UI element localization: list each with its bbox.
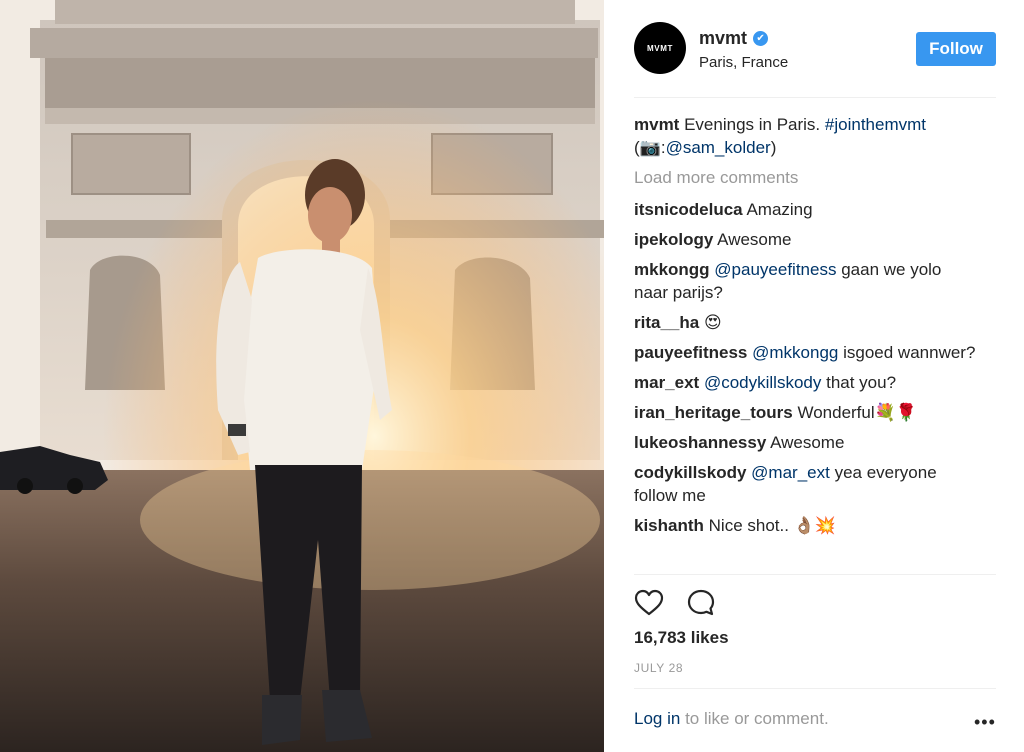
comment-mention[interactable]: @mkkongg: [752, 343, 838, 362]
location-link[interactable]: Paris, France: [699, 54, 788, 71]
comment-item: pauyeefitness @mkkongg isgoed wannwer?: [634, 341, 979, 364]
comment-username[interactable]: iran_heritage_tours: [634, 403, 793, 422]
login-prompt: Log in to like or comment.: [634, 709, 829, 729]
login-link[interactable]: Log in: [634, 709, 680, 728]
comment-text: Wonderful💐🌹: [797, 403, 917, 422]
post-photo[interactable]: [0, 0, 604, 752]
comment-item: itsnicodeluca Amazing: [634, 198, 979, 221]
comment-bubble-icon[interactable]: [686, 588, 716, 618]
post-details-panel: MVMT mvmt ✔ Paris, France Follow mvmt Ev…: [604, 0, 1024, 752]
comment-item: codykillskody @mar_ext yea everyone foll…: [634, 461, 979, 507]
comment-item: lukeoshannessy Awesome: [634, 431, 979, 454]
comment-username[interactable]: mkkongg: [634, 260, 710, 279]
caption-credit-user[interactable]: @sam_kolder: [666, 138, 771, 157]
verified-badge-icon: ✔: [753, 31, 769, 46]
comment-text: Awesome: [770, 433, 845, 452]
arc-de-triomphe-photo: [0, 0, 604, 752]
caption: mvmt Evenings in Paris. #jointhemvmt (📷:…: [634, 113, 979, 159]
action-bar: [634, 588, 738, 618]
comment-username[interactable]: lukeoshannessy: [634, 433, 766, 452]
load-more-comments-button[interactable]: Load more comments: [634, 166, 979, 189]
username-link[interactable]: mvmt: [699, 28, 747, 49]
comment-mention[interactable]: @mar_ext: [751, 463, 830, 482]
comment-text: Amazing: [746, 200, 813, 219]
caption-credit-prefix: (📷:: [634, 138, 666, 157]
comments-section: mvmt Evenings in Paris. #jointhemvmt (📷:…: [634, 113, 979, 544]
post-header: MVMT mvmt ✔ Paris, France Follow: [634, 22, 996, 74]
comment-item: kishanth Nice shot.. 👌🏽💥: [634, 514, 979, 537]
caption-credit-suffix: ): [770, 138, 777, 157]
login-prompt-text: to like or comment.: [685, 709, 829, 728]
comment-mention[interactable]: @pauyeefitness: [714, 260, 836, 279]
comment-item: ipekology Awesome: [634, 228, 979, 251]
comment-username[interactable]: itsnicodeluca: [634, 200, 743, 219]
comment-item: mkkongg @pauyeefitness gaan we yolo naar…: [634, 258, 979, 304]
heart-icon[interactable]: [634, 588, 664, 618]
comment-mention[interactable]: @codykillskody: [704, 373, 821, 392]
comment-username[interactable]: ipekology: [634, 230, 713, 249]
caption-text: Evenings in Paris.: [684, 115, 821, 134]
footer-divider: [634, 688, 996, 689]
more-options-icon[interactable]: •••: [974, 712, 996, 733]
caption-hashtag[interactable]: #jointhemvmt: [825, 115, 926, 134]
comment-text: Nice shot.. 👌🏽💥: [708, 516, 837, 535]
comment-item: mar_ext @codykillskody that you?: [634, 371, 979, 394]
comment-item: rita__ha 😍: [634, 311, 979, 334]
header-divider: [634, 97, 996, 98]
comment-item: iran_heritage_tours Wonderful💐🌹: [634, 401, 979, 424]
comment-text: that you?: [826, 373, 897, 392]
comment-username[interactable]: rita__ha: [634, 313, 699, 332]
comment-text: Awesome: [717, 230, 792, 249]
comment-username[interactable]: pauyeefitness: [634, 343, 747, 362]
caption-username[interactable]: mvmt: [634, 115, 679, 134]
comments-divider: [634, 574, 996, 575]
comment-username[interactable]: mar_ext: [634, 373, 699, 392]
follow-button[interactable]: Follow: [916, 32, 996, 66]
likes-count[interactable]: 16,783 likes: [634, 628, 729, 648]
comment-username[interactable]: codykillskody: [634, 463, 746, 482]
post-date: JULY 28: [634, 661, 684, 675]
avatar[interactable]: MVMT: [634, 22, 686, 74]
comment-text: 😍: [703, 313, 722, 332]
username-row: mvmt ✔: [699, 28, 769, 49]
comment-text: isgoed wannwer?: [843, 343, 976, 362]
comment-username[interactable]: kishanth: [634, 516, 704, 535]
